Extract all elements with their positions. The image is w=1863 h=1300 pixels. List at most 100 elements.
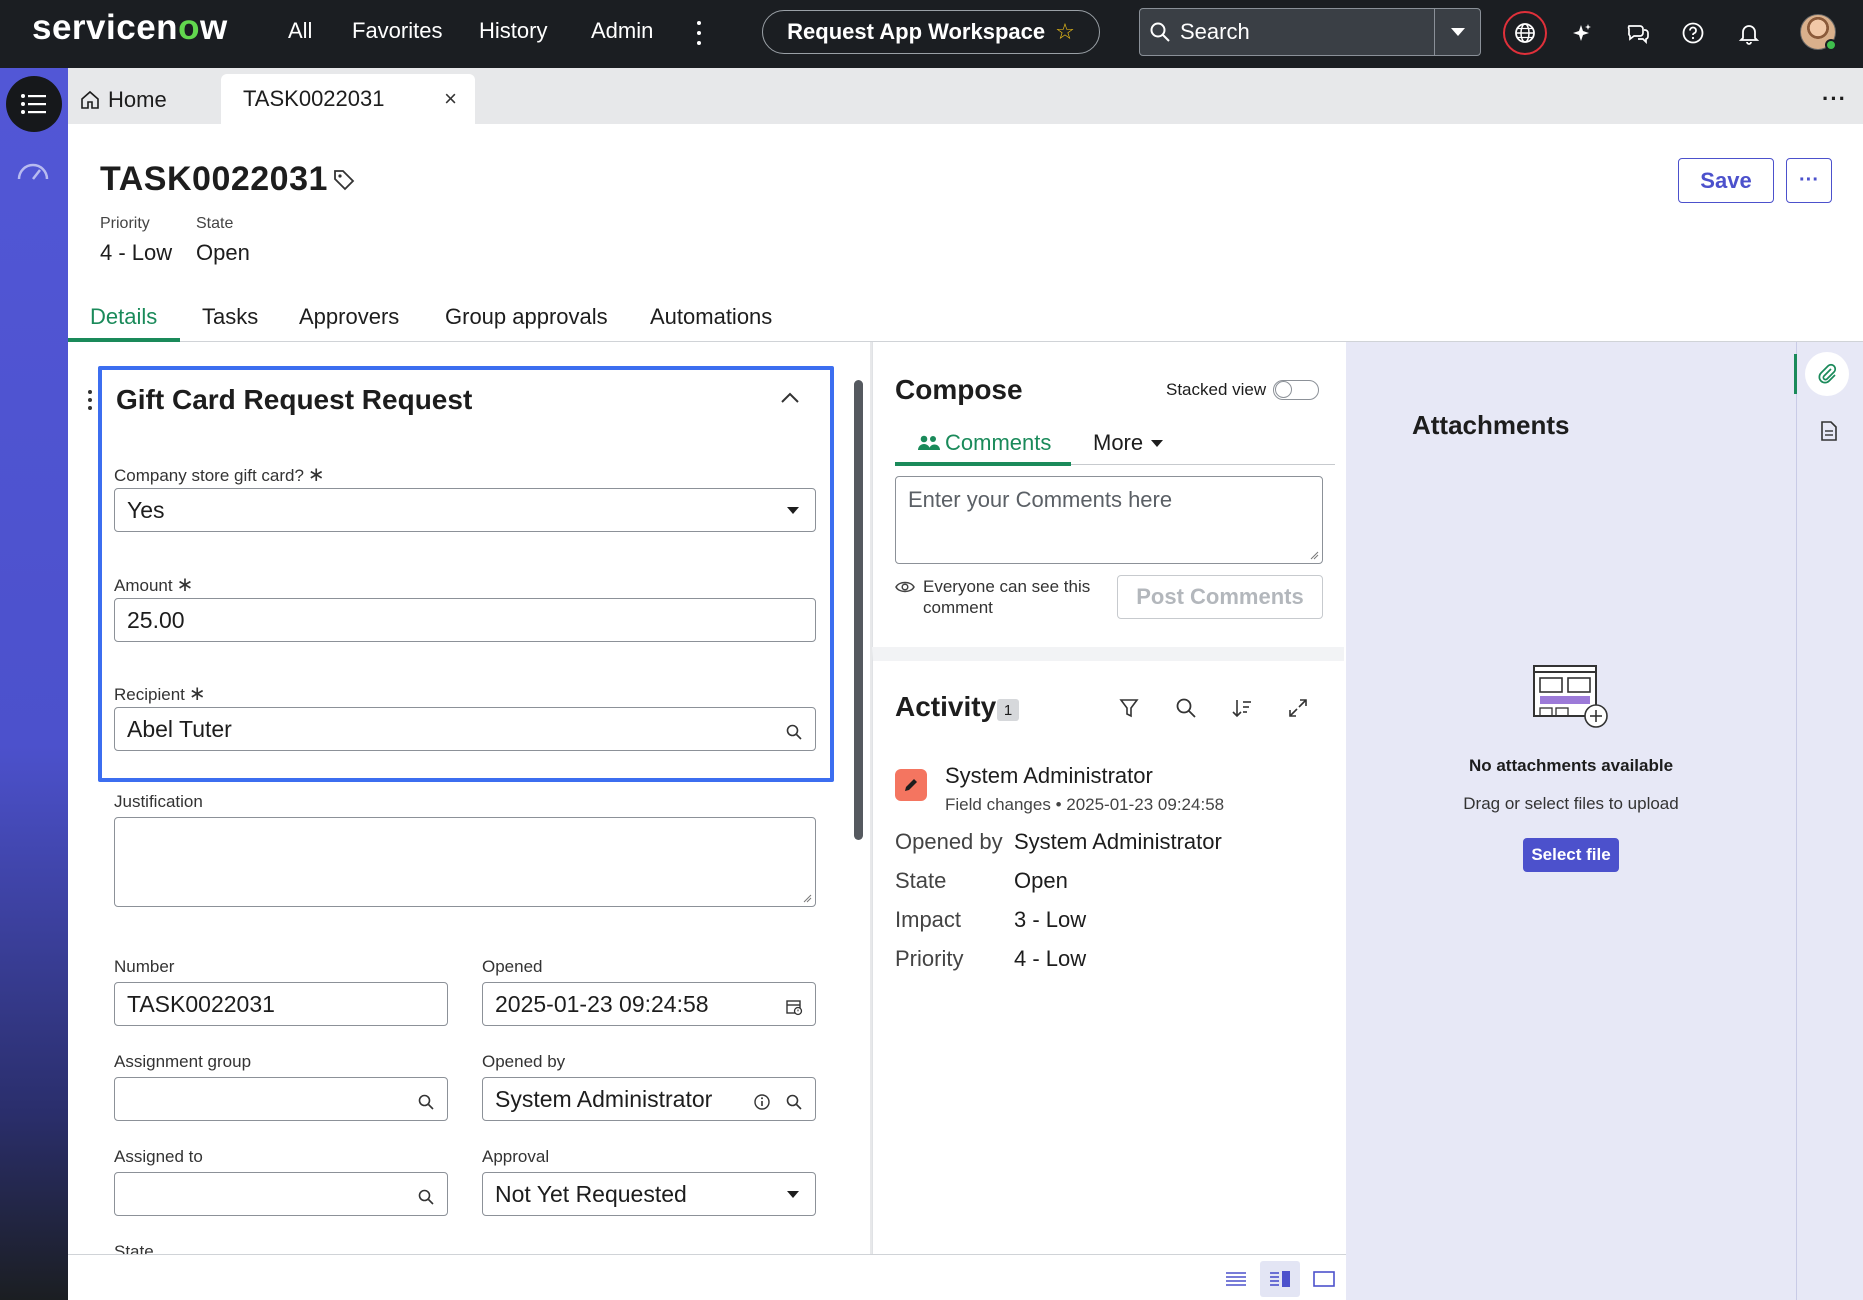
language-globe-icon[interactable]: [1503, 11, 1547, 55]
notifications-bell-icon[interactable]: [1734, 18, 1764, 48]
assignment-group-label: Assignment group: [114, 1052, 252, 1071]
nav-favorites[interactable]: Favorites: [352, 18, 442, 44]
calendar-icon[interactable]: [785, 995, 803, 1022]
record-form-pane: Gift Card Request Request Company store …: [68, 342, 870, 1254]
stacked-view-toggle[interactable]: [1273, 380, 1319, 400]
tab-home[interactable]: Home: [80, 80, 167, 120]
help-icon[interactable]: [1678, 18, 1708, 48]
tab-home-label: Home: [108, 87, 167, 112]
assignment-group-field[interactable]: [114, 1077, 448, 1121]
opened-datetime-field[interactable]: 2025-01-23 09:24:58: [482, 982, 816, 1026]
opened-by-value: System Administrator: [495, 1085, 713, 1112]
tab-comments[interactable]: Comments: [917, 430, 1051, 456]
tab-approvers[interactable]: Approvers: [299, 304, 399, 330]
chevron-down-icon: [1151, 439, 1164, 447]
global-search[interactable]: Search: [1139, 8, 1481, 56]
chevron-down-icon: [1450, 28, 1465, 36]
record-more-actions-button[interactable]: ···: [1786, 158, 1832, 203]
priority-value: 4 - Low: [100, 240, 173, 265]
search-placeholder[interactable]: Search: [1180, 19, 1434, 45]
filter-icon[interactable]: [1119, 697, 1139, 724]
assigned-to-field[interactable]: [114, 1172, 448, 1216]
record-title: TASK0022031: [100, 160, 328, 198]
compose-active-tab-indicator: [895, 462, 1071, 466]
activity-count-badge: 1: [997, 699, 1019, 721]
select-file-button[interactable]: Select file: [1523, 838, 1619, 872]
approval-select[interactable]: Not Yet Requested: [482, 1172, 816, 1216]
company-gift-card-label: Company store gift card? ∗: [114, 464, 325, 486]
state-value: Open: [196, 240, 250, 265]
no-attachments-text: No attachments available: [1468, 756, 1674, 775]
lookup-search-icon[interactable]: [785, 720, 803, 747]
single-panel-view-icon[interactable]: [1304, 1261, 1344, 1297]
nav-all[interactable]: All: [288, 18, 312, 44]
chevron-down-icon: [787, 507, 799, 514]
opened-label: Opened: [482, 957, 543, 976]
list-menu-icon: [21, 94, 46, 114]
expand-icon[interactable]: [1287, 697, 1309, 724]
nav-admin[interactable]: Admin: [591, 18, 653, 44]
sparkle-ai-icon[interactable]: [1566, 18, 1596, 48]
workspace-selector[interactable]: Request App Workspace ☆: [762, 10, 1100, 54]
amount-field[interactable]: 25.00: [114, 598, 816, 642]
resize-handle-icon[interactable]: [1309, 550, 1319, 560]
field-change-pencil-icon: [895, 769, 927, 801]
info-icon[interactable]: [753, 1090, 771, 1117]
tab-tasks[interactable]: Tasks: [202, 304, 258, 330]
split-view-icon[interactable]: [1260, 1261, 1300, 1297]
post-comments-button[interactable]: Post Comments: [1117, 575, 1323, 619]
amount-label: Amount ∗: [114, 574, 194, 596]
justification-label: Justification: [114, 792, 203, 811]
contextual-side-rail: [1794, 342, 1863, 1300]
lookup-search-icon[interactable]: [417, 1185, 435, 1212]
tab-details[interactable]: Details: [90, 304, 157, 330]
number-field[interactable]: TASK0022031: [114, 982, 448, 1026]
justification-textarea[interactable]: [114, 817, 816, 907]
compose-title: Compose: [895, 374, 1023, 405]
opened-by-field[interactable]: System Administrator: [482, 1077, 816, 1121]
tab-more-label: More: [1093, 430, 1144, 455]
recipient-field[interactable]: Abel Tuter: [114, 707, 816, 751]
workspace-tab-strip: Home TASK0022031 × ···: [68, 68, 1863, 124]
tab-group-approvals[interactable]: Group approvals: [445, 304, 608, 330]
nav-history[interactable]: History: [479, 18, 547, 44]
sort-icon[interactable]: [1231, 697, 1253, 724]
resize-handle-icon[interactable]: [802, 893, 812, 903]
company-gift-card-select[interactable]: Yes: [114, 488, 816, 532]
tab-task-record[interactable]: TASK0022031 ×: [221, 74, 475, 124]
search-icon: [1140, 21, 1180, 43]
change-key: Impact: [895, 907, 962, 932]
chat-icon[interactable]: [1623, 18, 1653, 48]
activity-title: Activity: [895, 691, 997, 722]
tab-automations[interactable]: Automations: [650, 304, 772, 330]
tag-icon[interactable]: [332, 168, 356, 197]
drag-handle-icon[interactable]: [88, 390, 92, 410]
lookup-search-icon[interactable]: [785, 1090, 803, 1117]
user-avatar[interactable]: [1800, 14, 1837, 51]
company-gift-card-value: Yes: [127, 496, 165, 523]
dashboard-gauge-icon[interactable]: [16, 160, 50, 187]
list-view-icon[interactable]: [1216, 1261, 1256, 1297]
people-icon: [918, 435, 940, 450]
form-scrollbar[interactable]: [854, 380, 863, 840]
section-title: Gift Card Request Request: [116, 384, 473, 415]
side-rail-active-indicator: [1794, 354, 1797, 394]
tab-task-label: TASK0022031: [243, 86, 385, 111]
more-menu-icon[interactable]: [692, 18, 706, 48]
save-button[interactable]: Save: [1678, 158, 1774, 203]
tab-more-dropdown[interactable]: More: [1093, 430, 1164, 456]
attachment-paperclip-icon[interactable]: [1805, 352, 1849, 396]
search-scope-dropdown[interactable]: [1434, 9, 1480, 55]
comment-textarea[interactable]: Enter your Comments here: [895, 476, 1323, 564]
eye-icon: [895, 581, 915, 593]
servicenow-logo[interactable]: servicenow: [32, 8, 228, 48]
all-menu-button[interactable]: [6, 76, 62, 132]
document-icon[interactable]: [1819, 420, 1839, 447]
close-tab-icon[interactable]: ×: [444, 86, 457, 112]
favorite-star-icon[interactable]: ☆: [1055, 19, 1075, 45]
collapse-section-icon[interactable]: [780, 390, 800, 409]
lookup-search-icon[interactable]: [417, 1090, 435, 1117]
search-icon[interactable]: [1175, 697, 1197, 724]
attachments-pane: Attachments No attachments available Dra…: [1346, 342, 1796, 1300]
tab-strip-more-icon[interactable]: ···: [1822, 86, 1847, 112]
